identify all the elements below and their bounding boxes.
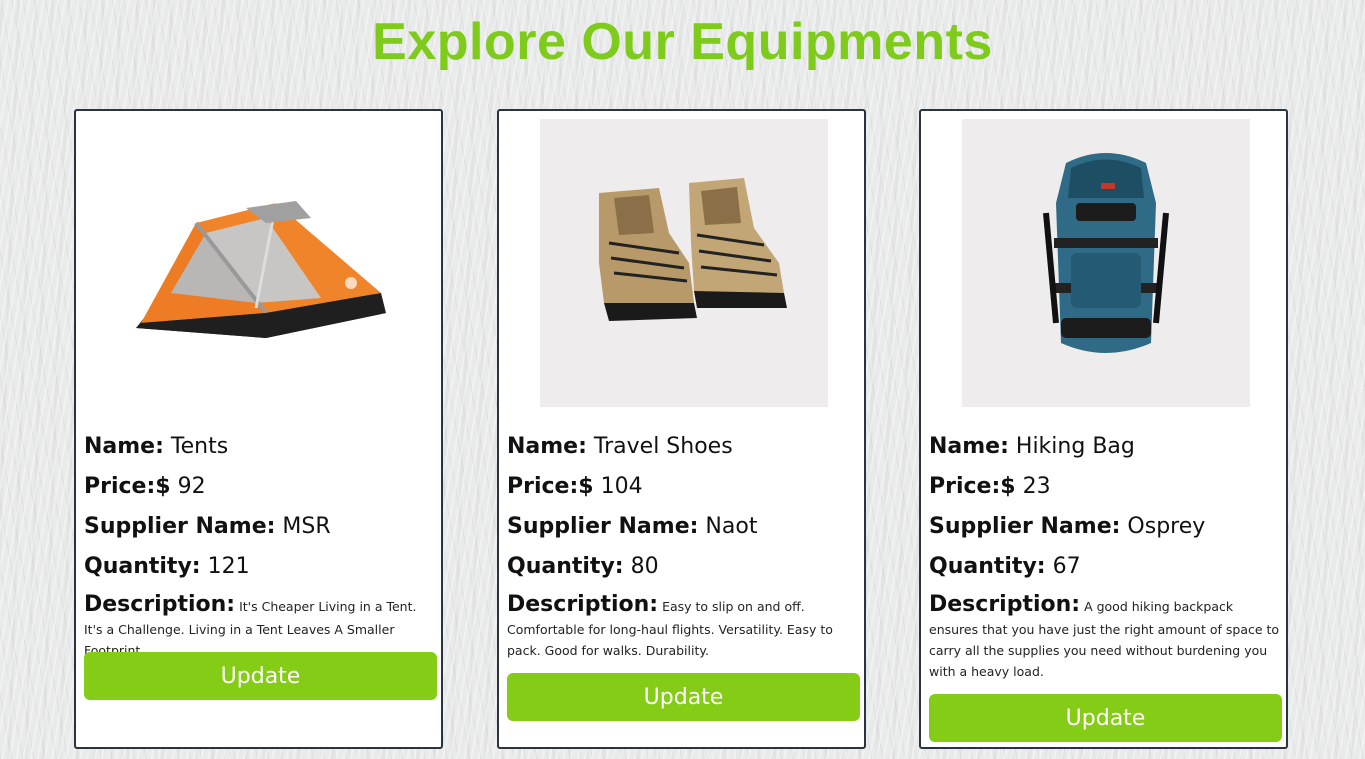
item-price: 92: [177, 474, 206, 499]
supplier-row: Supplier Name: Naot: [507, 511, 861, 551]
item-name: Tents: [170, 434, 229, 459]
name-label: Name:: [84, 434, 164, 459]
update-button[interactable]: Update: [84, 652, 437, 700]
shoes-image: [540, 119, 828, 407]
name-label: Name:: [507, 434, 587, 459]
price-label: Price:$: [929, 474, 1016, 499]
supplier-label: Supplier Name:: [507, 514, 699, 539]
description-row: Description: Easy to slip on and off. Co…: [507, 591, 861, 661]
item-price: 104: [600, 474, 643, 499]
quantity-row: Quantity: 80: [507, 551, 861, 591]
item-price: 23: [1022, 474, 1051, 499]
description-label: Description:: [84, 592, 236, 617]
quantity-row: Quantity: 121: [84, 551, 438, 591]
quantity-row: Quantity: 67: [929, 551, 1283, 591]
quantity-label: Quantity:: [507, 554, 624, 579]
price-label: Price:$: [84, 474, 171, 499]
supplier-row: Supplier Name: Osprey: [929, 511, 1283, 551]
quantity-label: Quantity:: [84, 554, 201, 579]
price-row: Price:$ 23: [929, 471, 1283, 511]
name-row: Name: Tents: [84, 431, 438, 471]
card-info: Name: Tents Price:$ 92 Supplier Name: MS…: [84, 431, 438, 661]
page-title: Explore Our Equipments: [372, 13, 993, 71]
price-row: Price:$ 104: [507, 471, 861, 511]
item-supplier: Naot: [705, 514, 758, 539]
item-supplier: Osprey: [1127, 514, 1206, 539]
item-name: Hiking Bag: [1015, 434, 1135, 459]
tent-icon: [136, 201, 386, 338]
tent-image: [117, 119, 405, 407]
update-button[interactable]: Update: [929, 694, 1282, 742]
supplier-label: Supplier Name:: [84, 514, 276, 539]
description-row: Description: A good hiking backpack ensu…: [929, 591, 1283, 682]
quantity-label: Quantity:: [929, 554, 1046, 579]
supplier-label: Supplier Name:: [929, 514, 1121, 539]
update-button[interactable]: Update: [507, 673, 860, 721]
equipment-card-tents: Name: Tents Price:$ 92 Supplier Name: MS…: [74, 109, 443, 749]
item-name: Travel Shoes: [593, 434, 733, 459]
backpack-icon: [1043, 153, 1169, 353]
equipment-card-travel-shoes: Name: Travel Shoes Price:$ 104 Supplier …: [497, 109, 866, 749]
description-label: Description:: [507, 592, 659, 617]
backpack-image: [962, 119, 1250, 407]
description-row: Description: It's Cheaper Living in a Te…: [84, 591, 438, 661]
item-quantity: 80: [630, 554, 659, 579]
description-label: Description:: [929, 592, 1081, 617]
card-info: Name: Hiking Bag Price:$ 23 Supplier Nam…: [929, 431, 1283, 682]
equipment-card-hiking-bag: Name: Hiking Bag Price:$ 23 Supplier Nam…: [919, 109, 1288, 749]
item-quantity: 121: [207, 554, 250, 579]
name-label: Name:: [929, 434, 1009, 459]
card-info: Name: Travel Shoes Price:$ 104 Supplier …: [507, 431, 861, 661]
item-supplier: MSR: [282, 514, 331, 539]
supplier-row: Supplier Name: MSR: [84, 511, 438, 551]
price-row: Price:$ 92: [84, 471, 438, 511]
price-label: Price:$: [507, 474, 594, 499]
name-row: Name: Travel Shoes: [507, 431, 861, 471]
name-row: Name: Hiking Bag: [929, 431, 1283, 471]
item-quantity: 67: [1052, 554, 1081, 579]
boots-icon: [599, 178, 787, 321]
